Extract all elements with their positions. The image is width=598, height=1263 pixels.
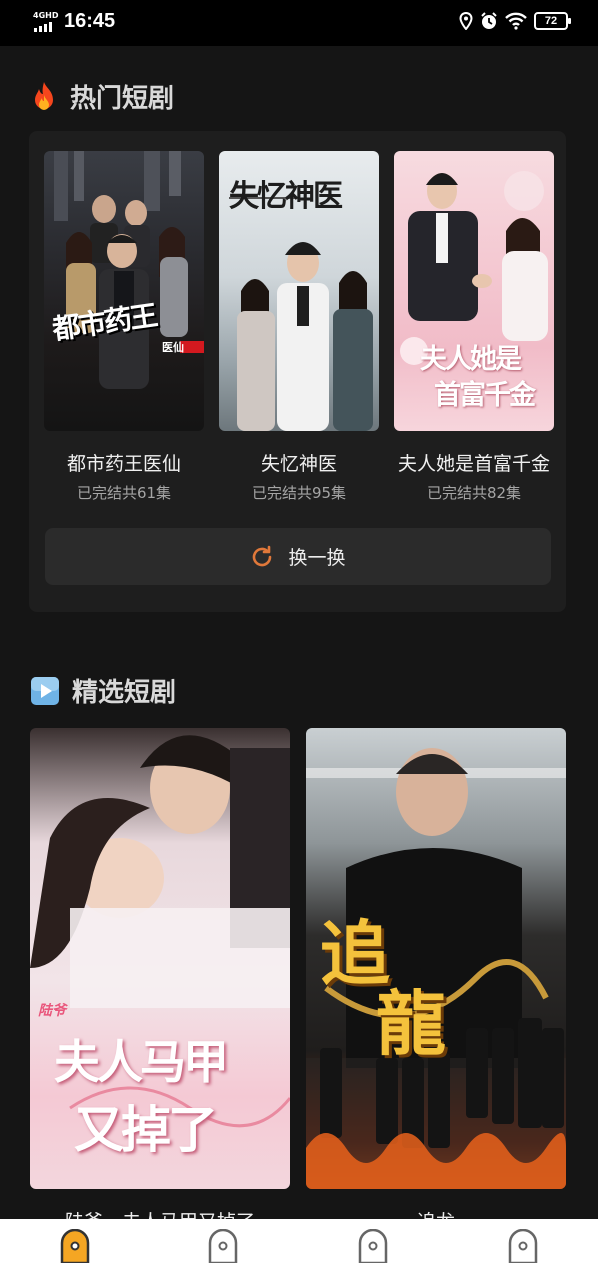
featured-card-2[interactable]: 追 龍 追龙 xyxy=(306,728,566,1234)
cover-title-text: 龍 xyxy=(376,982,446,1065)
wifi-icon xyxy=(505,12,527,30)
bottom-tab-bar xyxy=(0,1219,598,1263)
tab-icon-2 xyxy=(208,1228,238,1263)
status-time: 16:45 xyxy=(64,10,116,32)
tab-3[interactable] xyxy=(356,1228,390,1263)
cover-title-text: 夫人马甲 xyxy=(54,1035,229,1089)
drama-title[interactable]: 都市药王医仙 xyxy=(44,449,204,476)
drama-cover[interactable]: 追 龍 xyxy=(306,728,566,1189)
refresh-icon xyxy=(253,545,272,566)
cover-tag-text: 陆爷 xyxy=(38,1003,66,1019)
drama-cover[interactable]: 陆爷 夫人马甲 又掉了 xyxy=(30,728,290,1189)
tab-4[interactable] xyxy=(506,1228,540,1263)
drama-episodes: 已完结共82集 xyxy=(426,484,522,502)
status-icons: 72 xyxy=(459,12,571,30)
cover-title-text: 失忆神医 xyxy=(229,179,343,214)
drama-cover[interactable]: 夫人她是 首富千金 xyxy=(394,151,554,431)
featured-section-header: 精选短剧 xyxy=(30,672,176,709)
hot-section-title: 热门短剧 xyxy=(70,84,175,114)
drama-cover[interactable]: 都市药王 医仙 xyxy=(44,151,204,431)
network-type: 4GHD xyxy=(33,11,59,20)
home-tab-icon xyxy=(60,1228,90,1263)
status-bar: 4GHD 16:45 72 xyxy=(0,0,598,46)
fire-icon xyxy=(35,81,53,110)
signal-icon xyxy=(34,22,52,32)
hot-card-1[interactable]: 都市药王 医仙 都市药王医仙 已完结共61集 xyxy=(44,151,204,503)
cover-tag-text: 医仙 xyxy=(162,341,184,354)
hot-card-3[interactable]: 夫人她是 首富千金 夫人她是首富千金 已完结共82集 xyxy=(394,151,554,503)
location-icon xyxy=(459,12,473,30)
refresh-button[interactable]: 换一换 xyxy=(45,528,551,585)
hot-section-header: 热门短剧 xyxy=(30,78,174,115)
drama-cover[interactable]: 失忆神医 xyxy=(219,151,379,431)
alarm-icon xyxy=(481,12,497,29)
cover-title-text: 夫人她是 xyxy=(420,344,522,375)
tab-2[interactable] xyxy=(206,1228,240,1263)
tab-home[interactable] xyxy=(58,1228,92,1263)
drama-title[interactable]: 夫人她是首富千金 xyxy=(394,449,554,476)
tab-icon-3 xyxy=(358,1228,388,1263)
cover-title-text: 首富千金 xyxy=(434,380,536,411)
drama-title[interactable]: 失忆神医 xyxy=(219,449,379,476)
cover-title-text: 又掉了 xyxy=(74,1100,218,1159)
featured-card-1[interactable]: 陆爷 夫人马甲 又掉了 陆爷，夫人马甲又掉了 xyxy=(30,728,290,1234)
drama-episodes: 已完结共95集 xyxy=(251,484,347,502)
hot-card-2[interactable]: 失忆神医 失忆神医 已完结共95集 xyxy=(219,151,379,503)
hot-panel: 都市药王 医仙 都市药王医仙 已完结共61集 失忆神医 失忆神医 已完结共95集 xyxy=(29,131,566,612)
featured-section-title: 精选短剧 xyxy=(72,678,177,708)
play-icon xyxy=(31,676,59,705)
battery-icon: 72 xyxy=(534,12,571,30)
tab-icon-4 xyxy=(508,1228,538,1263)
refresh-label: 换一换 xyxy=(288,547,346,569)
drama-episodes: 已完结共61集 xyxy=(76,484,172,502)
